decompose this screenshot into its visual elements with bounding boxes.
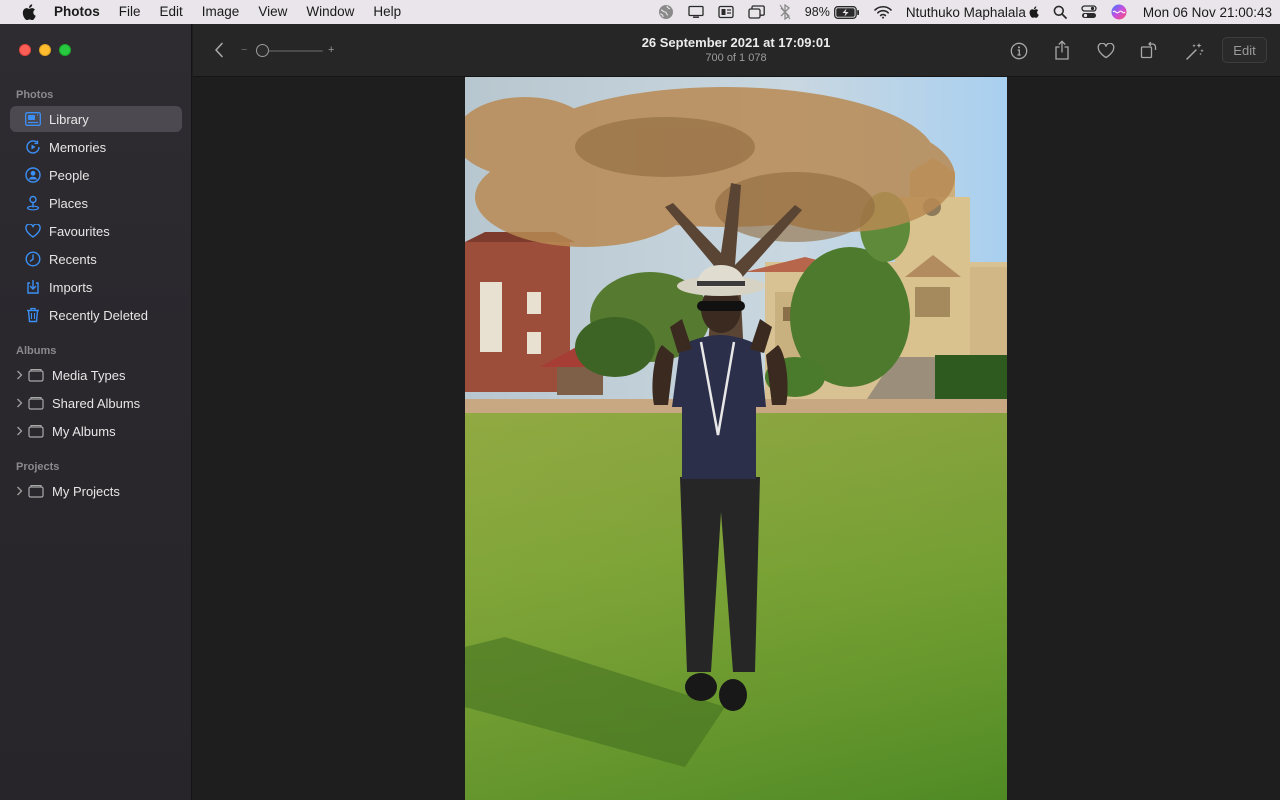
sidebar-item-library[interactable]: Library xyxy=(10,106,182,132)
people-icon xyxy=(24,166,42,184)
photo-date-title: 26 September 2021 at 17:09:01 xyxy=(641,35,831,50)
library-icon xyxy=(24,110,42,128)
import-icon xyxy=(24,278,42,296)
section-header-projects: Projects xyxy=(16,461,60,473)
display-icon[interactable] xyxy=(688,5,704,19)
sidebar: Photos Library Memories People Places Fa… xyxy=(0,24,192,800)
favourite-button[interactable] xyxy=(1094,40,1118,62)
apple-menu-icon[interactable] xyxy=(18,4,40,20)
rotate-button[interactable] xyxy=(1137,38,1161,62)
sidebar-item-label: Recents xyxy=(49,251,97,267)
status-area: 98% Ntuthuko Maphalala Mon 06 Nov 21:00:… xyxy=(644,0,1272,24)
folder-icon xyxy=(27,394,45,412)
info-icon xyxy=(1010,42,1028,60)
bluetooth-icon[interactable] xyxy=(779,4,791,20)
menu-image[interactable]: Image xyxy=(202,0,240,24)
user-name[interactable]: Ntuthuko Maphalala xyxy=(906,5,1039,20)
sidebar-item-my-projects[interactable]: My Projects xyxy=(10,478,182,504)
edit-button[interactable]: Edit xyxy=(1222,37,1267,63)
info-button[interactable] xyxy=(1007,40,1031,62)
zoom-slider[interactable]: − + xyxy=(241,42,341,58)
sidebar-item-label: Recently Deleted xyxy=(49,307,148,323)
photo-position-count: 700 of 1 078 xyxy=(705,52,767,64)
menu-help[interactable]: Help xyxy=(373,0,401,24)
photo[interactable] xyxy=(465,77,1007,800)
sidebar-item-shared-albums[interactable]: Shared Albums xyxy=(10,390,182,416)
sidebar-item-label: Favourites xyxy=(49,223,110,239)
heart-icon xyxy=(24,222,42,240)
app-menu-photos[interactable]: Photos xyxy=(54,0,100,24)
fullscreen-window-button[interactable] xyxy=(59,44,71,56)
share-icon xyxy=(1055,40,1069,60)
sidebar-item-label: Imports xyxy=(49,279,93,295)
close-window-button[interactable] xyxy=(19,44,31,56)
battery-percentage: 98% xyxy=(804,5,830,19)
folder-icon xyxy=(27,482,45,500)
sidebar-item-label: People xyxy=(49,167,90,183)
menu-edit[interactable]: Edit xyxy=(160,0,183,24)
minimize-window-button[interactable] xyxy=(39,44,51,56)
folder-icon xyxy=(27,366,45,384)
rotate-icon xyxy=(1140,41,1157,59)
wifi-icon[interactable] xyxy=(874,5,892,19)
trash-icon xyxy=(24,306,42,324)
sidebar-item-favourites[interactable]: Favourites xyxy=(10,218,182,244)
heart-icon xyxy=(1097,43,1115,59)
windows-icon[interactable] xyxy=(748,5,765,19)
menu-bar: Photos File Edit Image View Window Help … xyxy=(0,0,1280,24)
auto-enhance-button[interactable] xyxy=(1183,39,1207,63)
user-name-label: Ntuthuko Maphalala xyxy=(905,4,1026,20)
section-header-albums: Albums xyxy=(16,345,57,357)
menu-view[interactable]: View xyxy=(258,0,287,24)
sidebar-item-label: Shared Albums xyxy=(52,395,141,411)
folder-icon xyxy=(27,422,45,440)
sidebar-item-recents[interactable]: Recents xyxy=(10,246,182,272)
photo-title-block: 26 September 2021 at 17:09:01 700 of 1 0… xyxy=(543,34,929,65)
photos-window: Photos Library Memories People Places Fa… xyxy=(0,24,1280,800)
clock-icon xyxy=(24,250,42,268)
sidebar-item-label: My Albums xyxy=(52,423,116,439)
sidebar-item-places[interactable]: Places xyxy=(10,190,182,216)
sidebar-item-label: Media Types xyxy=(52,367,126,383)
sidebar-item-imports[interactable]: Imports xyxy=(10,274,182,300)
magic-wand-icon xyxy=(1186,43,1204,60)
screen-mirror-icon[interactable] xyxy=(718,5,734,19)
window-controls xyxy=(19,44,79,56)
section-header-photos: Photos xyxy=(16,89,54,101)
battery-icon[interactable] xyxy=(833,5,860,19)
globe-icon[interactable] xyxy=(658,4,674,20)
sidebar-item-label: Memories xyxy=(49,139,107,155)
menubar-clock[interactable]: Mon 06 Nov 21:00:43 xyxy=(1143,5,1272,20)
photo-viewer xyxy=(193,77,1280,800)
chevron-right-icon[interactable] xyxy=(14,426,25,436)
sidebar-item-label: Library xyxy=(49,111,89,127)
menu-file[interactable]: File xyxy=(119,0,141,24)
control-center-icon[interactable] xyxy=(1081,5,1097,19)
chevron-left-icon xyxy=(215,42,223,58)
zoom-slider-knob[interactable] xyxy=(256,44,269,57)
back-button[interactable] xyxy=(209,40,229,60)
chevron-right-icon[interactable] xyxy=(14,398,25,408)
toolbar: − + 26 September 2021 at 17:09:01 700 of… xyxy=(193,24,1280,77)
sidebar-item-people[interactable]: People xyxy=(10,162,182,188)
sidebar-item-my-albums[interactable]: My Albums xyxy=(10,418,182,444)
sidebar-item-label: My Projects xyxy=(52,483,120,499)
sidebar-item-memories[interactable]: Memories xyxy=(10,134,182,160)
zoom-out-label: − xyxy=(241,44,248,56)
places-icon xyxy=(24,194,42,212)
chevron-right-icon[interactable] xyxy=(14,486,25,496)
sidebar-item-label: Places xyxy=(49,195,89,211)
menu-window[interactable]: Window xyxy=(306,0,354,24)
spotlight-search-icon[interactable] xyxy=(1053,5,1067,19)
share-button[interactable] xyxy=(1051,38,1073,62)
sidebar-item-recently-deleted[interactable]: Recently Deleted xyxy=(10,302,182,328)
photo-image xyxy=(465,77,1007,800)
chevron-right-icon[interactable] xyxy=(14,370,25,380)
memories-icon xyxy=(24,138,42,156)
sidebar-item-media-types[interactable]: Media Types xyxy=(10,362,182,388)
siri-icon[interactable] xyxy=(1111,4,1127,20)
zoom-in-label: + xyxy=(328,44,335,56)
